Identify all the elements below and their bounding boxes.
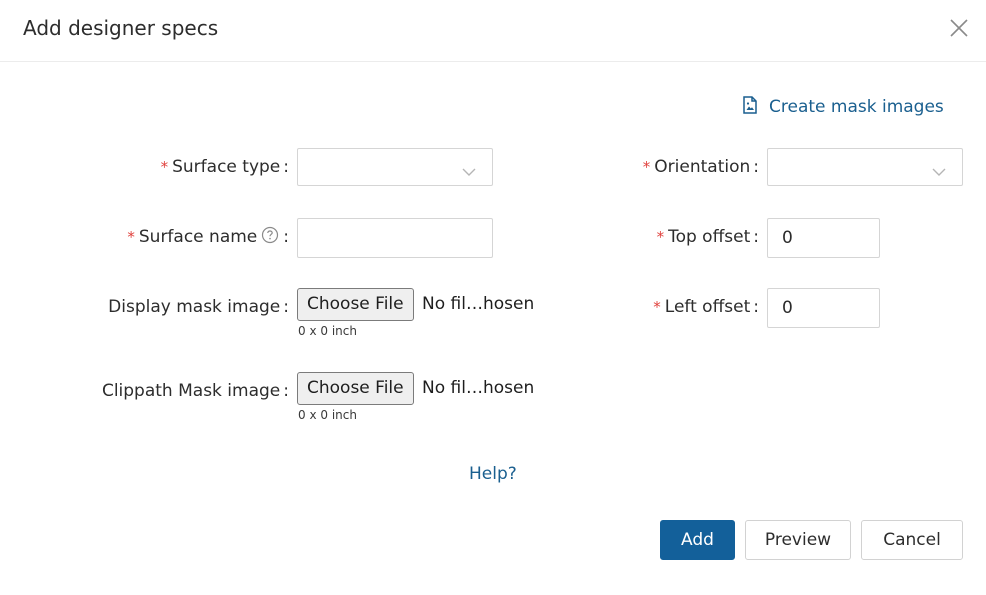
surface-name-label-text: Surface name bbox=[138, 227, 258, 247]
surface-name-label: * Surface name : bbox=[80, 226, 289, 248]
surface-name-input[interactable] bbox=[297, 218, 493, 258]
orientation-label-text: Orientation bbox=[654, 157, 751, 177]
clippath-mask-choose-file-button[interactable]: Choose File bbox=[297, 372, 414, 405]
display-mask-size-note: 0 x 0 inch bbox=[298, 324, 357, 338]
create-mask-images-link[interactable]: Create mask images bbox=[742, 95, 944, 119]
surface-type-label-text: Surface type bbox=[172, 157, 281, 177]
orientation-select[interactable] bbox=[767, 148, 963, 186]
label-colon: : bbox=[283, 297, 289, 317]
create-mask-images-label: Create mask images bbox=[769, 97, 944, 117]
required-marker: * bbox=[653, 298, 661, 316]
label-colon: : bbox=[753, 157, 759, 177]
clippath-mask-size-note: 0 x 0 inch bbox=[298, 408, 357, 422]
surface-type-select[interactable] bbox=[297, 148, 493, 186]
clippath-mask-label-text: Clippath Mask image bbox=[101, 381, 281, 401]
required-marker: * bbox=[656, 228, 665, 246]
left-offset-input[interactable] bbox=[767, 288, 880, 328]
chevron-down-icon bbox=[462, 162, 476, 181]
file-image-icon bbox=[742, 95, 769, 119]
left-offset-label: * Left offset : bbox=[600, 296, 759, 318]
left-offset-label-text: Left offset bbox=[664, 297, 751, 317]
cancel-button[interactable]: Cancel bbox=[861, 520, 963, 560]
required-marker: * bbox=[127, 228, 135, 246]
preview-button[interactable]: Preview bbox=[745, 520, 851, 560]
question-circle-icon[interactable] bbox=[261, 226, 279, 249]
label-colon: : bbox=[753, 227, 759, 247]
display-mask-label: Display mask image : bbox=[60, 296, 289, 318]
required-marker: * bbox=[160, 158, 169, 176]
top-offset-input[interactable] bbox=[767, 218, 880, 258]
display-mask-file-status: No fil…hosen bbox=[422, 294, 535, 314]
clippath-mask-file-status: No fil…hosen bbox=[422, 378, 535, 398]
orientation-label: * Orientation : bbox=[600, 156, 759, 178]
display-mask-choose-file-button[interactable]: Choose File bbox=[297, 288, 414, 321]
required-marker: * bbox=[642, 158, 651, 176]
top-offset-label: * Top offset : bbox=[600, 226, 759, 248]
add-button[interactable]: Add bbox=[660, 520, 735, 560]
top-offset-label-text: Top offset bbox=[668, 227, 751, 247]
surface-type-label: * Surface type : bbox=[100, 156, 289, 178]
display-mask-label-text: Display mask image bbox=[108, 297, 281, 317]
modal-header: Add designer specs bbox=[0, 0, 986, 62]
clippath-mask-label: Clippath Mask image : bbox=[40, 380, 289, 402]
modal-title: Add designer specs bbox=[23, 16, 219, 40]
chevron-down-icon bbox=[932, 162, 946, 181]
label-colon: : bbox=[283, 227, 289, 247]
label-colon: : bbox=[283, 157, 289, 177]
label-colon: : bbox=[753, 297, 759, 317]
close-icon[interactable] bbox=[948, 17, 970, 39]
add-designer-specs-modal: Add designer specs Create mask images * … bbox=[0, 0, 986, 595]
help-link[interactable]: Help? bbox=[469, 464, 517, 484]
label-colon: : bbox=[283, 381, 289, 401]
